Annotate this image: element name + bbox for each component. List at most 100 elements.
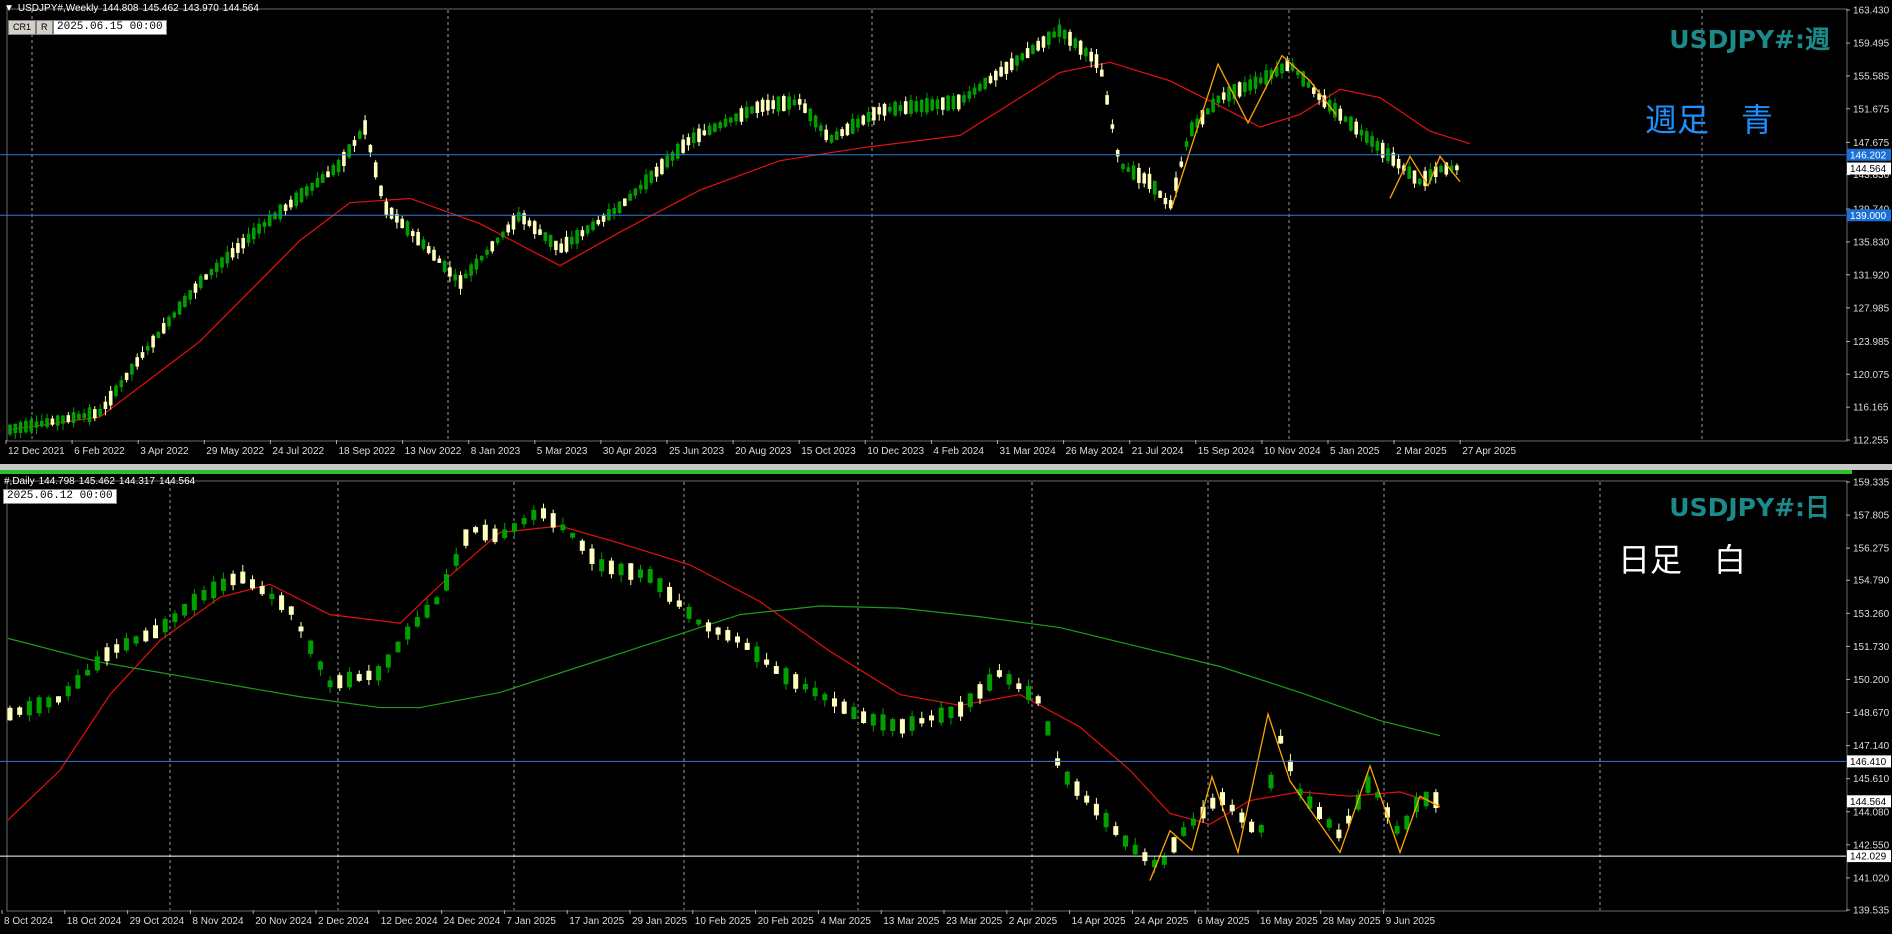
candle-body (893, 101, 897, 116)
candle-body (628, 193, 632, 201)
weekly-chart-canvas[interactable]: 163.430159.495155.585151.675147.675143.8… (0, 0, 1892, 464)
candle-body (617, 201, 622, 213)
candle-body (1126, 167, 1131, 172)
r-button[interactable]: R (36, 20, 53, 35)
candle-body (315, 177, 320, 188)
candle-body (1147, 173, 1152, 189)
date-tick-label: 2 Dec 2024 (318, 916, 370, 927)
candle-body (1248, 79, 1252, 91)
candle-body (13, 423, 18, 434)
price-tag-label: 139.000 (1850, 211, 1887, 222)
price-tick-label: 116.165 (1853, 403, 1889, 414)
candle-body (560, 524, 566, 531)
candle-body (363, 120, 367, 135)
price-tick-label: 150.200 (1853, 675, 1890, 686)
candle-body (1268, 774, 1274, 789)
candle-body (26, 701, 32, 716)
cr1-button[interactable]: CR1 (8, 20, 37, 35)
candle-body (146, 345, 150, 351)
candle-body (55, 415, 60, 426)
candle-body (416, 232, 420, 246)
candle-body (485, 249, 489, 255)
candle-body (861, 115, 866, 125)
candle-body (1035, 696, 1041, 704)
candle-body (201, 589, 207, 601)
candle-body (336, 159, 341, 173)
weekly-note: 週足 青 (1645, 101, 1774, 139)
candle-body (331, 165, 336, 176)
candle-body (787, 96, 791, 110)
candle-body (538, 229, 542, 235)
candle-body (262, 221, 267, 227)
candle-body (426, 246, 431, 254)
candle-body (832, 698, 837, 707)
candle-body (71, 412, 76, 424)
candle-body (1004, 61, 1009, 75)
daily-active-indicator (0, 470, 1852, 474)
date-tick-label: 17 Jan 2025 (569, 916, 624, 927)
candle-body (434, 597, 440, 605)
candle-body (1258, 825, 1264, 833)
candle-body (1370, 136, 1374, 147)
candle-body (395, 641, 401, 653)
candle-body (1359, 129, 1364, 136)
candle-body (559, 243, 563, 253)
candle-body (220, 578, 226, 591)
candle-body (1115, 150, 1120, 157)
candle-body (492, 528, 498, 543)
candle-body (46, 697, 52, 708)
candle-body (596, 219, 601, 225)
candle-body (93, 409, 97, 419)
candle-body (317, 661, 323, 670)
candle-body (718, 122, 722, 129)
candle-body (1280, 63, 1284, 74)
candle-body (1026, 686, 1031, 700)
date-tick-label: 15 Sep 2024 (1198, 446, 1255, 457)
candle-body (236, 243, 240, 253)
candle-body (543, 232, 548, 241)
candle-body (1110, 124, 1115, 129)
candle-body (188, 290, 192, 300)
candle-body (948, 706, 954, 719)
date-tick-label: 28 May 2025 (1323, 916, 1381, 927)
candle-body (162, 618, 168, 633)
candle-body (813, 115, 818, 128)
candle-body (676, 143, 680, 159)
candle-body (257, 223, 261, 234)
candle-body (585, 225, 590, 234)
candle-body (473, 527, 479, 533)
weekly-close: 144.564 (222, 3, 259, 14)
candle-body (1153, 180, 1157, 195)
candle-body (589, 548, 595, 564)
candle-body (1105, 95, 1109, 105)
price-tick-label: 123.985 (1853, 337, 1890, 348)
plot-border (6, 480, 1848, 912)
daily-chart-canvas[interactable]: 159.335 157.805 156.275 154.790 153.260 151.7… (0, 470, 1892, 934)
candle-body (36, 697, 42, 714)
candle-body (310, 182, 314, 191)
candle-body (376, 666, 382, 681)
candle-body (1084, 48, 1088, 57)
daily-chart-panel[interactable]: 159.335 157.805 156.275 154.790 153.260 151.7… (0, 470, 1892, 934)
candle-body (1221, 92, 1226, 100)
candle-body (1031, 44, 1035, 54)
candle-body (958, 701, 964, 717)
candle-body (278, 204, 283, 220)
chevron-down-icon[interactable]: ▼ (4, 3, 14, 14)
candle-body (1439, 165, 1443, 173)
candle-body (999, 66, 1003, 77)
date-tick-label: 10 Feb 2025 (695, 916, 752, 927)
candle-body (342, 151, 346, 166)
candle-body (1020, 53, 1025, 61)
candle-body (1041, 36, 1046, 48)
candle-body (715, 627, 721, 635)
date-tick-label: 6 May 2025 (1197, 916, 1250, 927)
candle-body (267, 214, 272, 227)
candle-body (623, 198, 627, 207)
candle-body (851, 706, 857, 719)
candle-body (182, 603, 188, 616)
candle-body (579, 540, 585, 551)
candle-body (1278, 735, 1284, 744)
candle-body (1047, 31, 1051, 45)
weekly-chart-panel[interactable]: 163.430 159.495 155.585 151.675 147.675 143.8… (0, 0, 1892, 464)
